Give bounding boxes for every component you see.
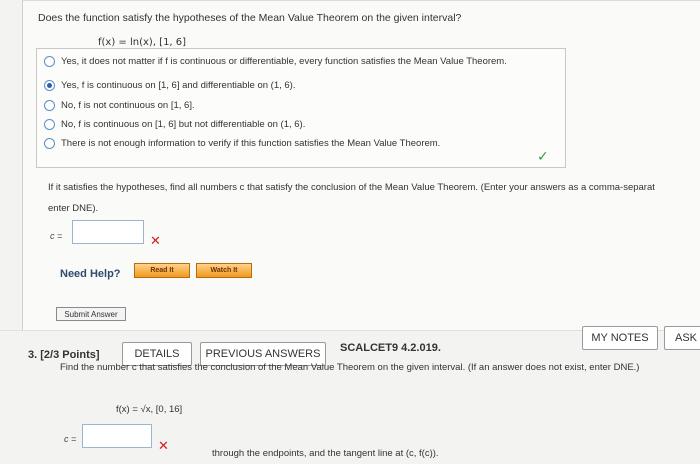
incorrect-x-icon: ✕ — [150, 233, 161, 248]
watch-it-button[interactable]: Watch It — [196, 263, 252, 278]
c-label: c = — [50, 231, 63, 241]
option-label: No, f is not continuous on [1, 6]. — [61, 99, 195, 111]
incorrect-x-icon-2: ✕ — [158, 438, 169, 453]
need-help-label: Need Help? — [60, 268, 121, 280]
radio-button-selected[interactable] — [44, 79, 55, 91]
radio-button[interactable] — [44, 137, 55, 149]
my-notes-button[interactable]: MY NOTES — [582, 326, 658, 350]
option-label: There is not enough information to verif… — [61, 137, 441, 149]
option-3[interactable]: No, f is not continuous on [1, 6]. — [44, 97, 195, 113]
correct-check-icon: ✓ — [537, 148, 549, 164]
radio-button[interactable] — [44, 55, 55, 67]
submit-answer-button[interactable]: Submit Answer — [56, 307, 126, 321]
answer-input[interactable] — [72, 220, 144, 244]
question-3-text: Find the number c that satisfies the con… — [60, 362, 640, 373]
radio-button[interactable] — [44, 99, 55, 111]
function-expression: f(x) = ln(x), [1, 6] — [98, 37, 187, 48]
function-expression-2: f(x) = √x, [0, 16] — [116, 404, 183, 415]
option-4[interactable]: No, f is continuous on [1, 6] but not di… — [44, 116, 305, 132]
option-2[interactable]: Yes, f is continuous on [1, 6] and diffe… — [44, 77, 296, 93]
answer-input-2[interactable] — [82, 424, 152, 448]
option-5[interactable]: There is not enough information to verif… — [44, 135, 440, 151]
instruction-line-2: enter DNE). — [48, 203, 99, 214]
option-label: No, f is continuous on [1, 6] but not di… — [61, 118, 306, 130]
problem-code: SCALCET9 4.2.019. — [340, 342, 441, 354]
instruction-line-1: If it satisfies the hypotheses, find all… — [48, 182, 655, 193]
ask-button[interactable]: ASK — [664, 326, 700, 350]
question-text: Does the function satisfy the hypotheses… — [38, 12, 462, 24]
c-label-2: c = — [64, 434, 77, 444]
option-1[interactable]: Yes, it does not matter if f is continuo… — [44, 53, 507, 69]
read-it-button[interactable]: Read It — [134, 263, 190, 278]
question-3-number: 3. [2/3 Points] — [28, 349, 100, 361]
partial-text: through the endpoints, and the tangent l… — [212, 448, 439, 459]
option-label: Yes, it does not matter if f is continuo… — [61, 55, 507, 67]
radio-button[interactable] — [44, 118, 55, 130]
option-label: Yes, f is continuous on [1, 6] and diffe… — [61, 79, 296, 91]
